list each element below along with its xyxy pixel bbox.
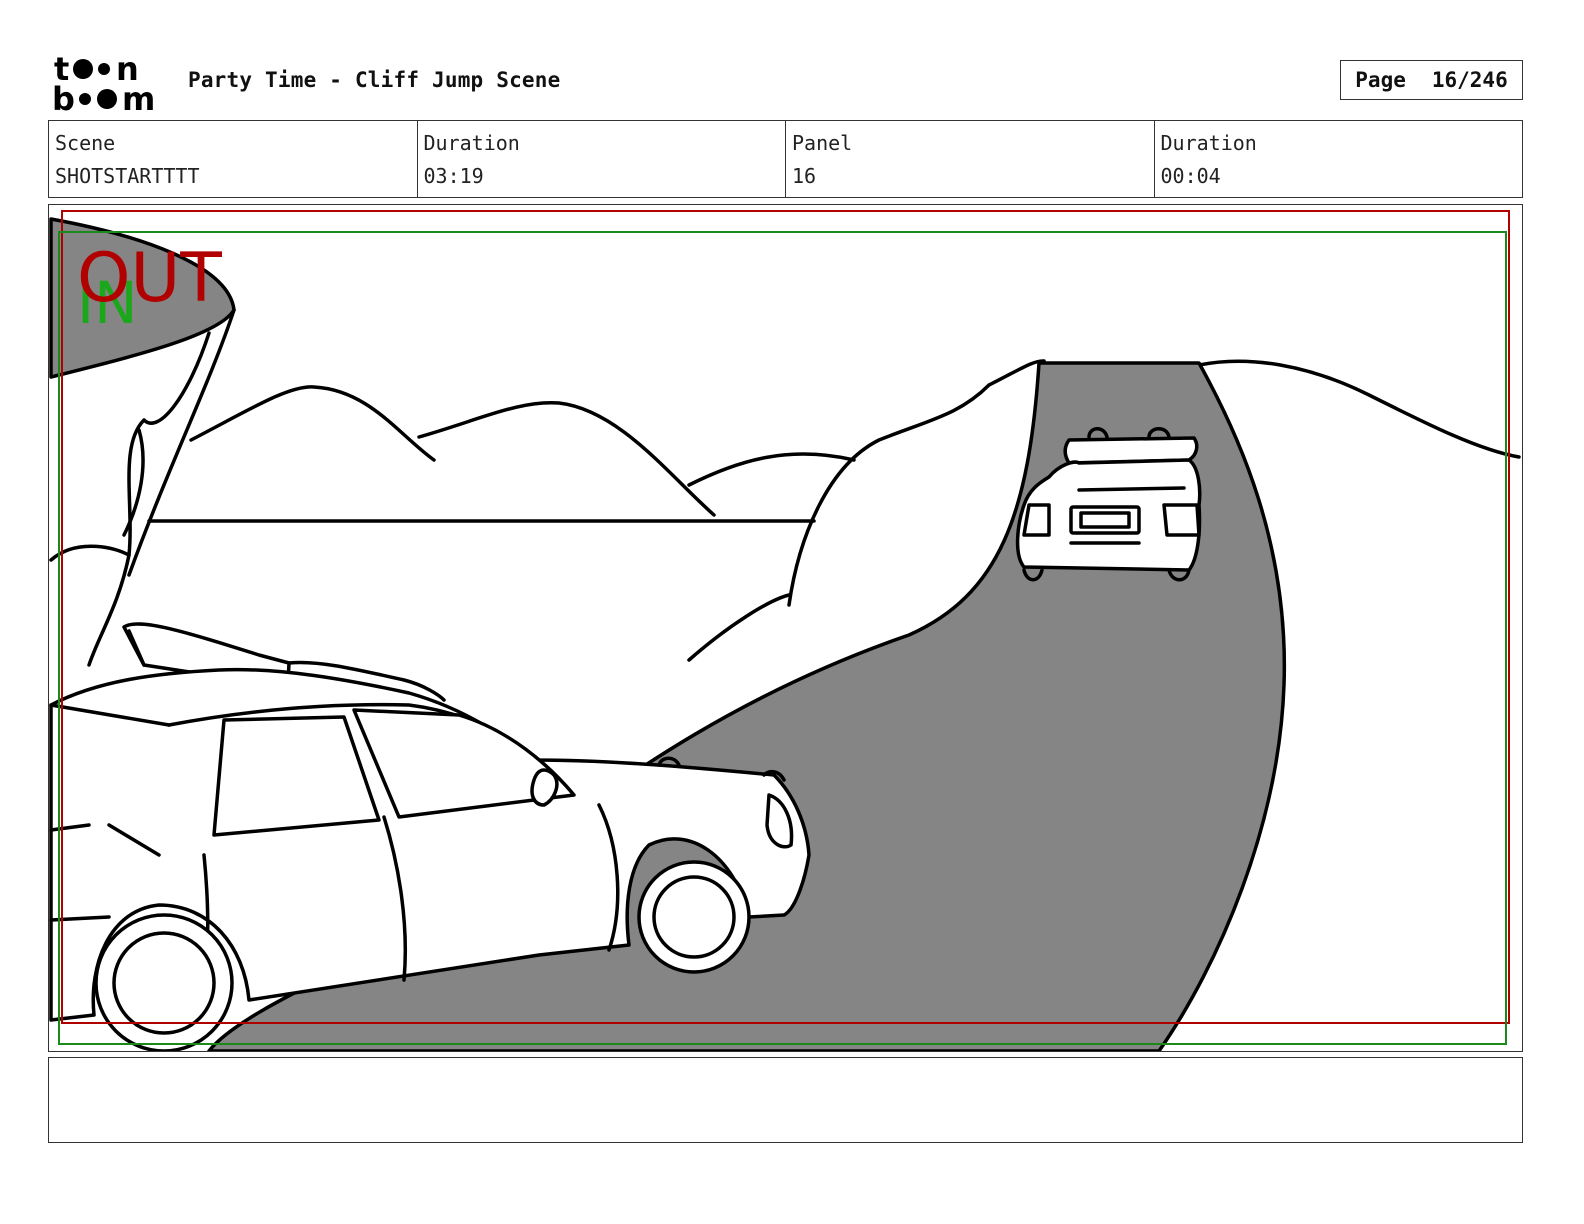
scene-duration-cell: Duration 03:19: [418, 121, 786, 197]
scene-cell: Scene SHOTSTARTTTT: [49, 121, 418, 197]
hill-middle: [417, 400, 716, 517]
panel-duration-value: 00:04: [1160, 164, 1221, 188]
page-header: t n b m Party Time - Cliff Jump Scene Pa…: [48, 50, 1523, 112]
scene-label: Scene: [55, 131, 116, 155]
panel-drawing: IN OUT: [49, 210, 1521, 1051]
panel-duration-label: Duration: [1160, 131, 1257, 155]
toon-boom-logo: t n b m: [52, 52, 155, 112]
notes-box: [48, 1057, 1523, 1143]
scene-info-table: Scene SHOTSTARTTTT Duration 03:19 Panel …: [48, 120, 1523, 198]
panel-label: Panel: [792, 131, 853, 155]
hill-left: [189, 385, 436, 462]
panel-duration-cell: Duration 00:04: [1155, 121, 1523, 197]
svg-text:b: b: [52, 80, 75, 112]
page-indicator: Page 16/246: [1340, 60, 1523, 100]
out-label: OUT: [77, 239, 222, 318]
scene-duration-label: Duration: [423, 131, 520, 155]
scene-duration-value: 03:19: [423, 164, 484, 188]
page-label: Page: [1355, 68, 1406, 92]
page-number: 16/246: [1431, 68, 1508, 92]
panel-value: 16: [792, 164, 817, 188]
document-title: Party Time - Cliff Jump Scene: [188, 68, 561, 92]
svg-text:m: m: [122, 80, 155, 112]
panel-cell: Panel 16: [786, 121, 1155, 197]
storyboard-panel: IN OUT: [48, 204, 1523, 1052]
scene-value: SHOTSTARTTTT: [55, 164, 200, 188]
cliff-face: [87, 331, 211, 667]
hill-small: [687, 452, 856, 487]
